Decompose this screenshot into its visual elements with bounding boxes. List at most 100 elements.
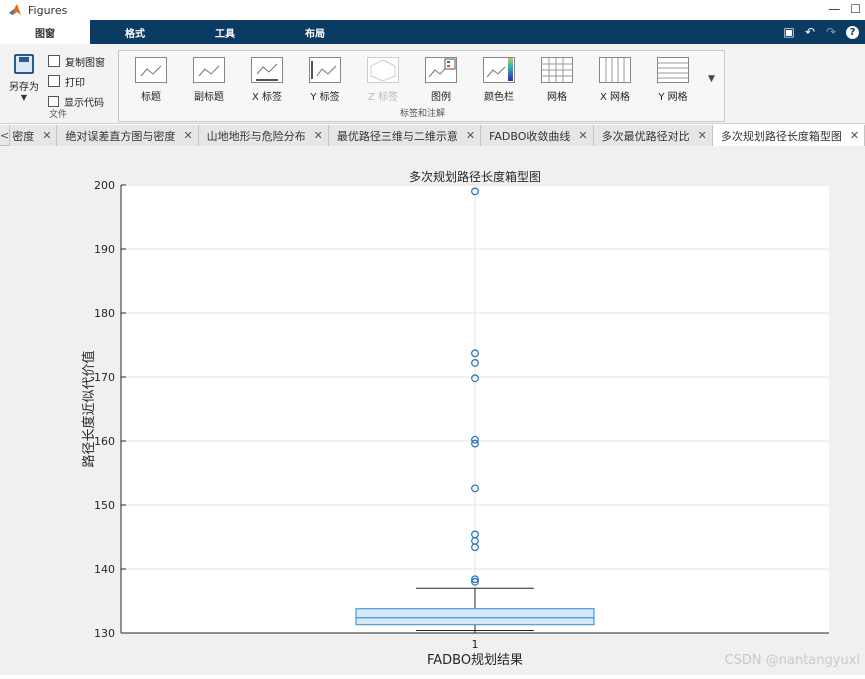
subtitle-icon xyxy=(193,57,225,83)
tab-label: FADBO收敛曲线 xyxy=(489,129,571,143)
toolstrip: 另存为 ▼ 复制图窗 打印 显示代码 文件 标题 副标题 X 标签 Y 标签 Z… xyxy=(0,44,865,124)
tab-figure[interactable]: 图窗 xyxy=(0,20,90,44)
copy-figure-label: 复制图窗 xyxy=(65,57,105,69)
tab-label: 最优路径三维与二维示意 xyxy=(336,129,458,143)
floppy-icon xyxy=(14,54,34,74)
zlabel-icon xyxy=(367,57,399,83)
tab-optimal-path-3d-2d[interactable]: 最优路径三维与二维示意 ✕ xyxy=(328,125,482,146)
window-titlebar: Figures — ☐ xyxy=(0,0,865,20)
show-code-label: 显示代码 xyxy=(64,97,104,109)
subtitle-label: 副标题 xyxy=(194,92,224,103)
ylabel-button[interactable]: Y 标签 xyxy=(299,55,351,107)
y-tick-label: 150 xyxy=(94,499,115,512)
labels-section-label: 标签和注解 xyxy=(399,109,445,119)
boxplot-chart: 130 140 150 160 170 180 190 200 1 多次规划路径长度箱型图 F… xyxy=(81,169,860,668)
colorbar-label: 颜色栏 xyxy=(484,92,514,103)
file-section-label: 文件 xyxy=(48,110,67,120)
undo-icon[interactable]: ↶ xyxy=(804,26,816,38)
checkbox-icon xyxy=(48,95,59,107)
window-controls: — ☐ xyxy=(828,2,861,16)
grid-label: 网格 xyxy=(547,92,567,103)
title-icon xyxy=(135,55,167,83)
help-icon[interactable]: ? xyxy=(846,25,859,39)
close-icon[interactable]: ✕ xyxy=(466,129,475,142)
y-tick-label: 130 xyxy=(94,627,115,640)
tab-terrain-risk[interactable]: 山地地形与危险分布 ✕ xyxy=(198,125,329,146)
grid-icon xyxy=(541,57,573,83)
y-tick-label: 140 xyxy=(94,563,115,576)
print-label: 打印 xyxy=(65,77,85,89)
save-as-label: 另存为 xyxy=(9,82,39,93)
chart-title: 多次规划路径长度箱型图 xyxy=(409,169,541,184)
close-icon[interactable]: ✕ xyxy=(183,129,192,142)
redo-icon[interactable]: ↷ xyxy=(825,26,837,38)
title-label: 标题 xyxy=(141,92,161,103)
legend-label: 图例 xyxy=(431,92,451,103)
copy-figure-button[interactable]: 复制图窗 xyxy=(48,52,105,70)
y-tick-label: 200 xyxy=(94,179,115,192)
ygrid-button[interactable]: Y 网格 xyxy=(647,55,699,107)
tab-label: 多次规划路径长度箱型图 xyxy=(720,129,842,143)
colorbar-icon xyxy=(483,53,515,83)
grid-button[interactable]: 网格 xyxy=(531,55,583,107)
file-section: 另存为 ▼ 复制图窗 打印 显示代码 文件 xyxy=(2,48,114,122)
close-icon[interactable]: ✕ xyxy=(850,129,859,142)
xgrid-label: X 网格 xyxy=(599,92,631,103)
watermark: CSDN @nantangyuxi xyxy=(725,653,860,668)
tab-abs-error-histogram[interactable]: 绝对误差直方图与密度 ✕ xyxy=(57,125,199,146)
x-axis-label: FADBO规划结果 xyxy=(427,653,523,668)
print-button[interactable]: 打印 xyxy=(48,72,85,90)
minimize-icon[interactable]: — xyxy=(828,2,840,16)
tab-boxplot[interactable]: 多次规划路径长度箱型图 ✕ xyxy=(712,125,865,146)
xgrid-button[interactable]: X 网格 xyxy=(589,55,641,107)
gallery-expand-icon[interactable]: ▼ xyxy=(708,74,715,84)
xlabel-icon xyxy=(251,57,283,83)
xlabel-button[interactable]: X 标签 xyxy=(241,55,293,107)
tab-density[interactable]: 密度 ✕ xyxy=(10,125,58,146)
matlab-logo-icon xyxy=(9,4,21,15)
y-axis-label: 路径长度近似代价值 xyxy=(81,350,97,467)
figure-canvas: 130 140 150 160 170 180 190 200 1 多次规划路径长度箱型图 F… xyxy=(0,146,865,675)
copy-icon xyxy=(48,55,60,67)
y-tick-label: 180 xyxy=(94,307,115,320)
tab-layout[interactable]: 布局 xyxy=(270,20,360,44)
close-icon[interactable]: ✕ xyxy=(578,129,587,142)
close-icon[interactable]: ✕ xyxy=(314,129,323,142)
tab-convergence-curve[interactable]: FADBO收敛曲线 ✕ xyxy=(481,125,594,146)
title-button[interactable]: 标题 xyxy=(125,55,177,107)
x-tick-label: 1 xyxy=(472,638,479,651)
colorbar-button[interactable]: 颜色栏 xyxy=(473,53,525,107)
ygrid-icon xyxy=(657,57,689,83)
box-iqr xyxy=(355,608,595,626)
figure-tab-bar: < 密度 ✕ 绝对误差直方图与密度 ✕ 山地地形与危险分布 ✕ 最优路径三维与二维示意… xyxy=(0,125,865,146)
subtitle-button[interactable]: 副标题 xyxy=(183,55,235,107)
close-icon[interactable]: ✕ xyxy=(42,129,51,142)
ribbon-tab-bar: 图窗 格式 工具 布局 ▣ ↶ ↷ ? xyxy=(0,20,865,44)
tab-tools[interactable]: 工具 xyxy=(180,20,270,44)
tab-label: 山地地形与危险分布 xyxy=(206,129,306,143)
tab-label: 多次最优路径对比 xyxy=(601,129,690,143)
tab-label: 绝对误差直方图与密度 xyxy=(65,129,176,143)
legend-icon xyxy=(425,57,457,83)
legend-button[interactable]: 图例 xyxy=(415,55,467,107)
chevron-down-icon: ▼ xyxy=(20,93,28,102)
tab-format[interactable]: 格式 xyxy=(90,20,180,44)
maximize-icon[interactable]: ☐ xyxy=(850,2,861,16)
tab-scroll-left-icon[interactable]: < xyxy=(0,125,11,146)
tab-path-comparison[interactable]: 多次最优路径对比 ✕ xyxy=(593,125,713,146)
y-tick-label: 160 xyxy=(94,435,115,448)
save-as-button[interactable]: 另存为 ▼ xyxy=(6,52,42,108)
ygrid-label: Y 网格 xyxy=(658,92,688,103)
labels-annotations-section: 标题 副标题 X 标签 Y 标签 Z 标签 图例 颜色栏 网格 X 网格 Y 网… xyxy=(118,50,725,122)
printer-icon xyxy=(48,75,60,87)
xgrid-icon xyxy=(599,57,631,83)
close-icon[interactable]: ✕ xyxy=(698,129,707,142)
quick-access-toolbar: ▣ ↶ ↷ ? xyxy=(783,20,865,44)
window-title: Figures xyxy=(28,3,68,17)
y-tick-label: 170 xyxy=(94,371,115,384)
tab-label: 密度 xyxy=(12,129,35,143)
save-icon[interactable]: ▣ xyxy=(783,26,795,38)
y-tick-label: 190 xyxy=(94,243,115,256)
zlabel-button[interactable]: Z 标签 xyxy=(357,55,409,107)
ylabel-label: Y 标签 xyxy=(310,92,340,103)
